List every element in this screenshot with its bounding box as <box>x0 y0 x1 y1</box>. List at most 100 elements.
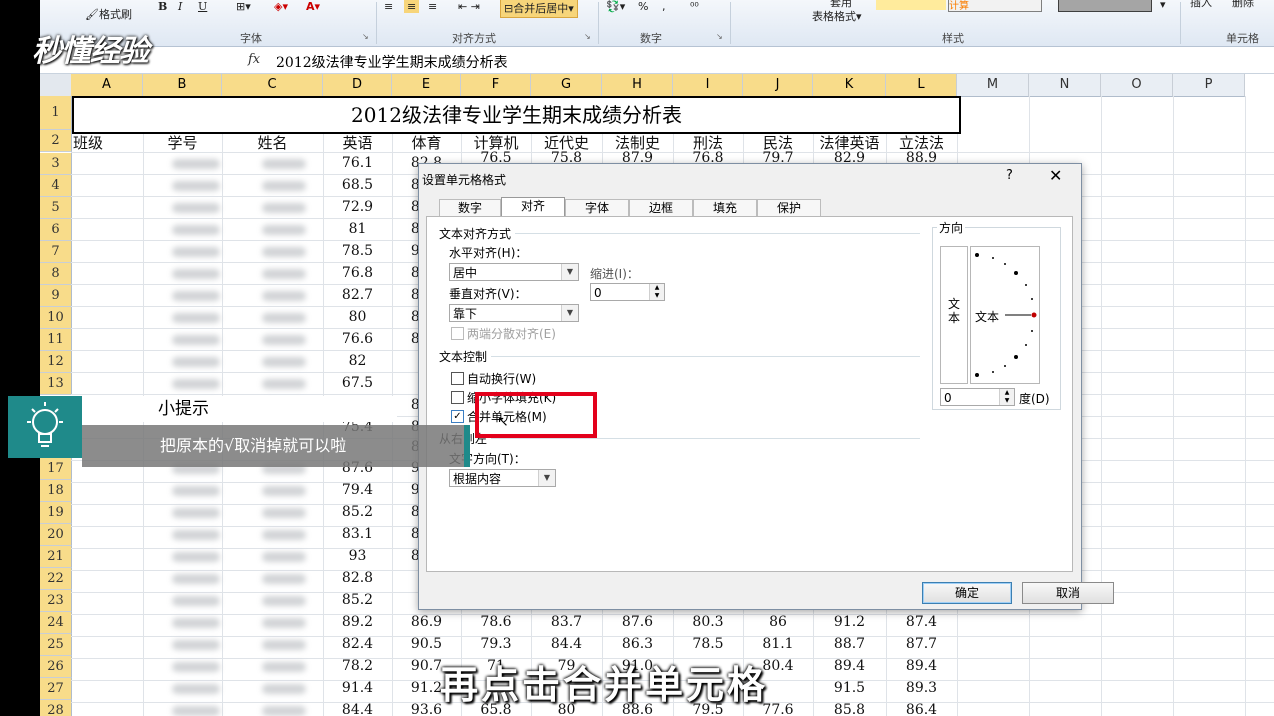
score-cell[interactable]: 83.7 <box>531 614 602 630</box>
wrap-text-checkbox[interactable] <box>451 372 464 385</box>
score-cell[interactable]: 87.4 <box>886 614 957 630</box>
select-all-corner[interactable] <box>40 74 72 97</box>
header-cell[interactable]: 英语 <box>323 132 392 153</box>
column-header-c[interactable]: C <box>222 74 323 97</box>
column-header-p[interactable]: P <box>1173 74 1245 97</box>
column-header-d[interactable]: D <box>323 74 392 97</box>
table-format-button[interactable]: 表格格式▾ <box>812 8 862 24</box>
score-cell[interactable]: 86 <box>743 614 813 630</box>
percent-button[interactable]: % <box>638 0 648 13</box>
score-cell[interactable]: 85.8 <box>813 702 886 716</box>
english-cell[interactable]: 78.2 <box>323 658 392 674</box>
fill-color-icon[interactable]: ◈▾ <box>274 0 288 13</box>
distributed-checkbox[interactable] <box>451 327 464 340</box>
header-cell[interactable]: 学号 <box>143 132 222 153</box>
align-left-icon[interactable]: ≡ <box>384 0 393 13</box>
close-button[interactable]: ✕ <box>1049 166 1062 185</box>
tab-protection[interactable]: 保护 <box>757 199 821 217</box>
column-header-m[interactable]: M <box>957 74 1029 97</box>
number-launcher-icon[interactable]: ↘ <box>716 32 723 41</box>
score-cell[interactable]: 80.3 <box>673 614 743 630</box>
formula-input[interactable]: 2012级法律专业学生期末成绩分析表 <box>276 52 508 72</box>
score-cell[interactable]: 86.4 <box>886 702 957 716</box>
column-header-b[interactable]: B <box>143 74 222 97</box>
row-header-7[interactable]: 7 <box>40 241 72 263</box>
spin-arrows-icon[interactable]: ▲ ▼ <box>999 389 1014 405</box>
row-header-6[interactable]: 6 <box>40 219 72 241</box>
column-header-g[interactable]: G <box>531 74 602 97</box>
score-cell[interactable]: 88.7 <box>813 636 886 652</box>
column-header-l[interactable]: L <box>886 74 957 97</box>
column-header-h[interactable]: H <box>602 74 673 97</box>
currency-icon[interactable]: 💱▾ <box>606 0 625 13</box>
row-header-25[interactable]: 25 <box>40 634 72 656</box>
border-icon[interactable]: ⊞▾ <box>236 0 251 13</box>
english-cell[interactable]: 68.5 <box>323 177 392 193</box>
title-cell[interactable]: 2012级法律专业学生期末成绩分析表 <box>72 96 961 134</box>
bold-button[interactable]: B <box>158 0 167 13</box>
row-header-24[interactable]: 24 <box>40 612 72 634</box>
row-header-4[interactable]: 4 <box>40 175 72 197</box>
orientation-dial[interactable]: 文本 <box>970 246 1040 384</box>
row-header-23[interactable]: 23 <box>40 590 72 612</box>
row-header-10[interactable]: 10 <box>40 307 72 329</box>
merge-center-button[interactable]: ⊟合并后居中▾ <box>500 0 578 18</box>
column-header-o[interactable]: O <box>1101 74 1173 97</box>
row-header-1[interactable]: 1 <box>40 96 72 130</box>
row-header-20[interactable]: 20 <box>40 524 72 546</box>
english-cell[interactable]: 89.2 <box>323 614 392 630</box>
fx-icon[interactable]: fx <box>248 52 260 67</box>
english-cell[interactable]: 85.2 <box>323 504 392 520</box>
cancel-button[interactable]: 取消 <box>1022 582 1114 604</box>
style-swatch-check[interactable] <box>1058 0 1152 12</box>
score-cell[interactable]: 89.4 <box>813 658 886 674</box>
english-cell[interactable]: 84.4 <box>323 702 392 716</box>
align-launcher-icon[interactable]: ↘ <box>584 32 591 41</box>
spin-arrows-icon[interactable]: ▲ ▼ <box>649 284 664 300</box>
tab-font[interactable]: 字体 <box>565 199 629 217</box>
score-cell[interactable]: 78.6 <box>461 614 531 630</box>
column-header-i[interactable]: I <box>673 74 743 97</box>
english-cell[interactable]: 85.2 <box>323 592 392 608</box>
row-header-12[interactable]: 12 <box>40 351 72 373</box>
score-cell[interactable]: 86.3 <box>602 636 673 652</box>
english-cell[interactable]: 76.6 <box>323 331 392 347</box>
delete-button[interactable]: 删除 <box>1232 0 1254 10</box>
font-color-icon[interactable]: A▾ <box>306 0 320 13</box>
column-header-k[interactable]: K <box>813 74 886 97</box>
row-header-9[interactable]: 9 <box>40 285 72 307</box>
row-header-28[interactable]: 28 <box>40 700 72 716</box>
score-cell[interactable]: 91.5 <box>813 680 886 696</box>
font-launcher-icon[interactable]: ↘ <box>362 32 369 41</box>
insert-button[interactable]: 插入 <box>1190 0 1212 10</box>
english-cell[interactable]: 91.4 <box>323 680 392 696</box>
decimal-icon[interactable]: ⁰⁰ <box>690 0 699 13</box>
english-cell[interactable]: 82.7 <box>323 287 392 303</box>
row-header-19[interactable]: 19 <box>40 502 72 524</box>
row-header-11[interactable]: 11 <box>40 329 72 351</box>
english-cell[interactable]: 67.5 <box>323 375 392 391</box>
help-button[interactable]: ? <box>1006 168 1013 183</box>
tab-alignment[interactable]: 对齐 <box>501 197 565 217</box>
english-cell[interactable]: 93 <box>323 548 392 564</box>
column-header-a[interactable]: A <box>71 74 143 97</box>
tab-border[interactable]: 边框 <box>629 199 693 217</box>
score-cell[interactable]: 89.4 <box>886 658 957 674</box>
row-header-27[interactable]: 27 <box>40 678 72 700</box>
row-header-13[interactable]: 13 <box>40 373 72 395</box>
english-cell[interactable]: 79.4 <box>323 482 392 498</box>
styles-more-icon[interactable]: ▾ <box>1160 0 1166 11</box>
english-cell[interactable]: 82.4 <box>323 636 392 652</box>
row-header-8[interactable]: 8 <box>40 263 72 285</box>
row-header-22[interactable]: 22 <box>40 568 72 590</box>
english-cell[interactable]: 78.5 <box>323 243 392 259</box>
english-cell[interactable]: 76.1 <box>323 155 392 171</box>
header-cell[interactable]: 体育 <box>392 132 461 153</box>
english-cell[interactable]: 80 <box>323 309 392 325</box>
column-header-e[interactable]: E <box>392 74 461 97</box>
score-cell[interactable]: 78.5 <box>673 636 743 652</box>
merge-cells-checkbox[interactable]: ✓ <box>451 410 464 423</box>
row-header-18[interactable]: 18 <box>40 480 72 502</box>
indent-icon[interactable]: ⇤ ⇥ <box>458 0 480 13</box>
english-cell[interactable]: 83.1 <box>323 526 392 542</box>
